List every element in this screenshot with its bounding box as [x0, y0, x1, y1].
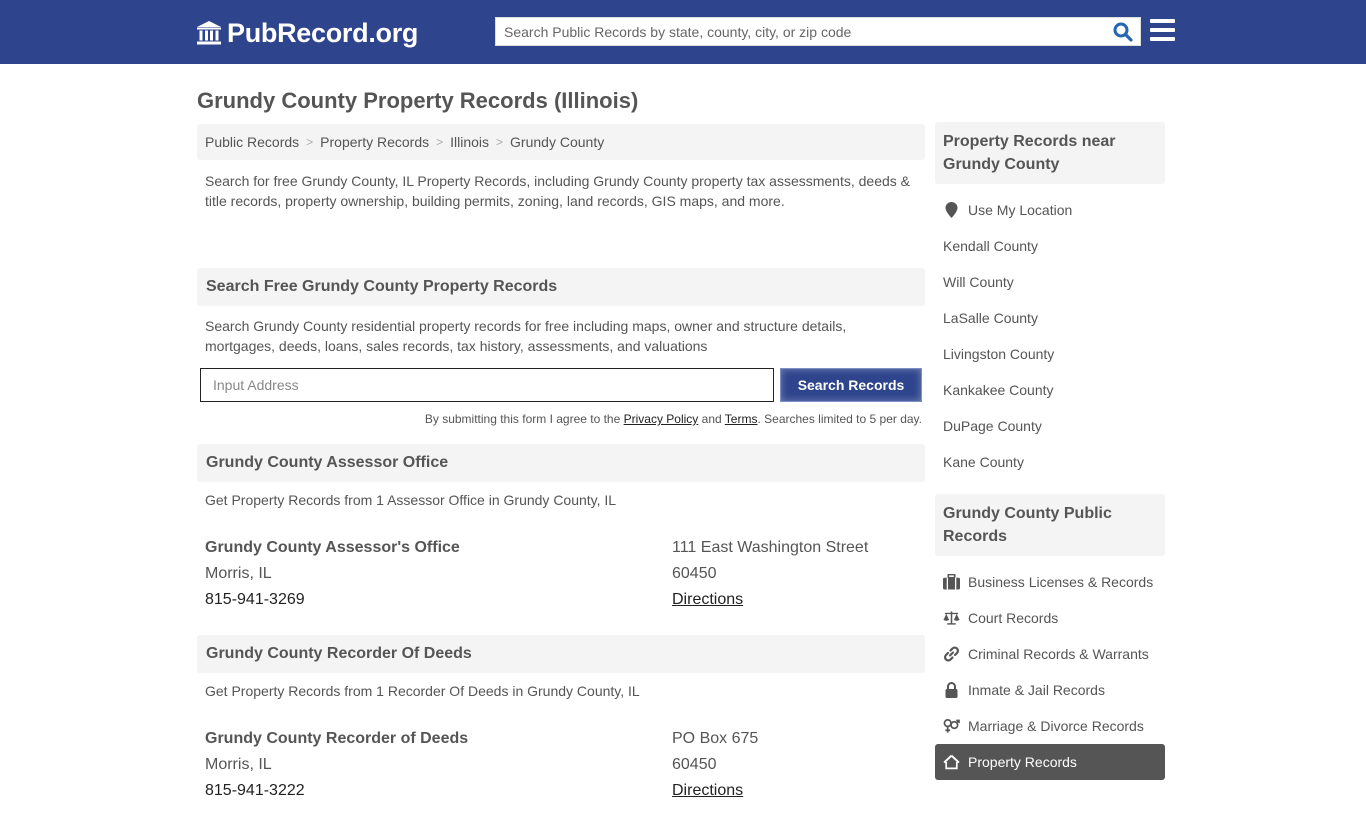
link-label: Court Records [968, 610, 1059, 626]
link-label: Inmate & Jail Records [968, 682, 1105, 698]
breadcrumb-illinois[interactable]: Illinois [450, 134, 489, 150]
office-card: Grundy County Recorder of Deeds Morris, … [197, 731, 925, 817]
nearby-county-link[interactable]: Kendall County [935, 228, 1165, 264]
criminal-records-link[interactable]: Criminal Records & Warrants [935, 636, 1165, 672]
office-city: Morris, IL [205, 565, 272, 582]
link-icon [943, 646, 960, 662]
breadcrumb-separator: > [496, 135, 504, 149]
address-input[interactable] [200, 368, 774, 402]
page-title: Grundy County Property Records (Illinois… [197, 88, 639, 113]
office-zip: 60450 [672, 565, 717, 582]
link-label: Criminal Records & Warrants [968, 646, 1149, 662]
disclaimer-text: By submitting this form I agree to the [424, 412, 624, 426]
disclaimer-text: and [698, 412, 725, 426]
briefcase-icon [943, 574, 960, 590]
gender-icon [943, 719, 960, 733]
office-city: Morris, IL [205, 756, 272, 773]
site-search [495, 17, 1141, 46]
breadcrumb-separator: > [306, 135, 314, 149]
public-records-list: Business Licenses & Records Court Record… [935, 556, 1165, 792]
assessor-section-title: Grundy County Assessor Office [197, 444, 925, 482]
sidebar: Property Records near Grundy County Use … [935, 122, 1165, 792]
nearby-county-link[interactable]: LaSalle County [935, 300, 1165, 336]
assessor-section-description: Get Property Records from 1 Assessor Off… [205, 492, 617, 508]
lock-icon [945, 682, 958, 698]
link-label: Marriage & Divorce Records [968, 718, 1144, 734]
breadcrumb-current: Grundy County [510, 134, 605, 150]
office-name: Grundy County Assessor's Office [205, 539, 460, 556]
courthouse-icon [197, 21, 221, 45]
map-marker-icon [945, 202, 958, 218]
form-disclaimer: By submitting this form I agree to the P… [197, 412, 925, 426]
marriage-divorce-link[interactable]: Marriage & Divorce Records [935, 708, 1165, 744]
nearby-counties-list: Use My Location Kendall County Will Coun… [935, 184, 1165, 492]
public-records-title: Grundy County Public Records [935, 494, 1165, 556]
use-my-location-label: Use My Location [968, 202, 1073, 218]
breadcrumb-property-records[interactable]: Property Records [320, 134, 429, 150]
business-licenses-link[interactable]: Business Licenses & Records [935, 564, 1165, 600]
top-navbar: PubRecord.org [0, 0, 1366, 64]
use-my-location-link[interactable]: Use My Location [935, 192, 1165, 228]
nearby-county-link[interactable]: Will County [935, 264, 1165, 300]
nearby-county-link[interactable]: DuPage County [935, 408, 1165, 444]
disclaimer-text: . Searches limited to 5 per day. [757, 412, 922, 426]
office-zip: 60450 [672, 756, 717, 773]
nearby-records-title: Property Records near Grundy County [935, 122, 1165, 184]
office-phone[interactable]: 815-941-3269 [205, 592, 460, 618]
hamburger-menu-icon[interactable] [1150, 19, 1175, 43]
office-address: 111 East Washington Street [672, 539, 869, 556]
logo-text: PubRecord.org [227, 17, 419, 48]
search-section-title: Search Free Grundy County Property Recor… [197, 268, 925, 306]
link-label: Business Licenses & Records [968, 574, 1154, 590]
nearby-county-link[interactable]: Livingston County [935, 336, 1165, 372]
office-name: Grundy County Recorder of Deeds [205, 730, 469, 747]
terms-link[interactable]: Terms [725, 412, 758, 426]
court-records-link[interactable]: Court Records [935, 600, 1165, 636]
directions-link[interactable]: Directions [672, 591, 743, 608]
search-icon[interactable] [1112, 21, 1134, 43]
recorder-section-title: Grundy County Recorder Of Deeds [197, 635, 925, 673]
directions-link[interactable]: Directions [672, 782, 743, 799]
office-phone[interactable]: 815-941-3222 [205, 783, 468, 809]
office-card: Grundy County Assessor's Office Morris, … [197, 540, 925, 626]
nearby-county-link[interactable]: Kankakee County [935, 372, 1165, 408]
breadcrumb: Public Records > Property Records > Illi… [197, 124, 925, 160]
privacy-policy-link[interactable]: Privacy Policy [624, 412, 699, 426]
scale-icon [943, 611, 960, 625]
site-search-input[interactable] [496, 18, 1106, 45]
breadcrumb-public-records[interactable]: Public Records [205, 134, 299, 150]
main-content: Public Records > Property Records > Illi… [197, 124, 925, 817]
office-address: PO Box 675 [672, 730, 759, 747]
search-section-description: Search Grundy County residential propert… [205, 318, 847, 354]
breadcrumb-separator: > [436, 135, 444, 149]
site-logo[interactable]: PubRecord.org [196, 17, 418, 49]
intro-text: Search for free Grundy County, IL Proper… [205, 173, 911, 209]
property-records-link[interactable]: Property Records [935, 744, 1165, 780]
recorder-section-description: Get Property Records from 1 Recorder Of … [205, 683, 640, 699]
inmate-records-link[interactable]: Inmate & Jail Records [935, 672, 1165, 708]
address-search-form: Search Records [197, 368, 925, 404]
nearby-county-link[interactable]: Kane County [935, 444, 1165, 480]
search-records-button[interactable]: Search Records [780, 368, 922, 402]
